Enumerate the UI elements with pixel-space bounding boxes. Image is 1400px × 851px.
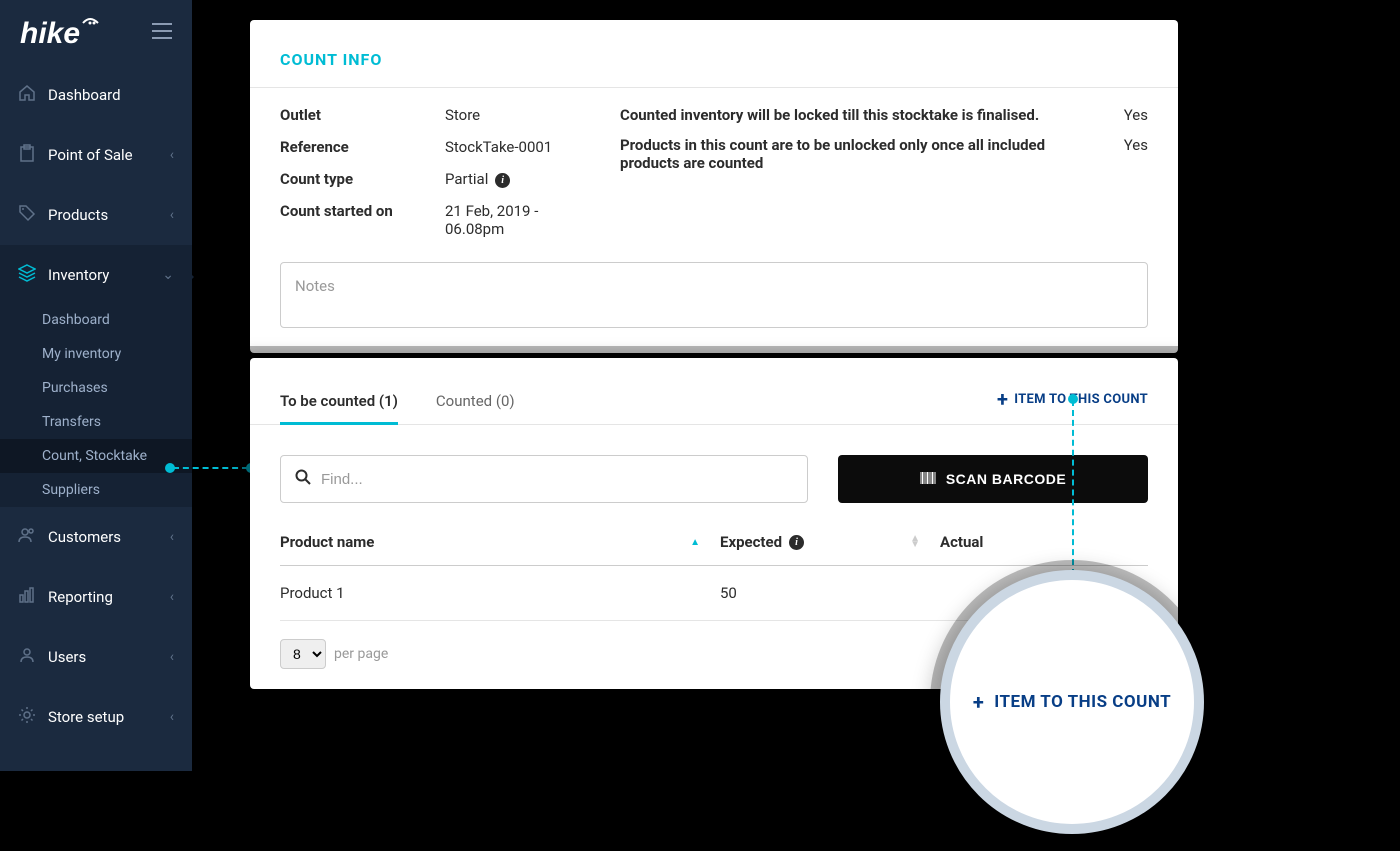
sidebar-item-products[interactable]: Products ‹ xyxy=(0,185,192,245)
subnav-item-suppliers[interactable]: Suppliers xyxy=(0,473,192,507)
tabs-row: To be counted (1) Counted (0) + ITEM TO … xyxy=(250,382,1178,425)
menu-toggle-icon[interactable] xyxy=(152,23,172,43)
countstarted-label: Count started on xyxy=(280,202,445,220)
subnav-item-transfers[interactable]: Transfers xyxy=(0,405,192,439)
counttype-label: Count type xyxy=(280,170,445,188)
per-page-label: per page xyxy=(334,646,388,662)
info-row-reference: Reference StockTake-0001 xyxy=(280,138,580,156)
notes-input[interactable]: Notes xyxy=(280,262,1148,328)
a2-text: Yes xyxy=(1118,136,1148,154)
subnav-item-purchases[interactable]: Purchases xyxy=(0,371,192,405)
zoom-label: ITEM TO THIS COUNT xyxy=(994,692,1171,712)
outlet-label: Outlet xyxy=(280,106,445,124)
search-row: SCAN BARCODE xyxy=(280,455,1148,503)
home-icon xyxy=(18,84,38,106)
sidebar-item-label: Dashboard xyxy=(48,86,121,104)
chevron-left-icon: ‹ xyxy=(170,207,174,223)
q1-text: Counted inventory will be locked till th… xyxy=(620,106,1068,124)
info-grid: Outlet Store Reference StockTake-0001 Co… xyxy=(280,106,1148,252)
sort-asc-icon: ▲ xyxy=(690,537,700,548)
subnav-item-myinventory[interactable]: My inventory xyxy=(0,337,192,371)
inventory-subnav: Dashboard My inventory Purchases Transfe… xyxy=(0,305,192,507)
cell-expected: 50 xyxy=(720,584,940,602)
sidebar-item-users[interactable]: Users ‹ xyxy=(0,627,192,687)
logo: hike xyxy=(20,17,100,49)
subnav-item-dashboard[interactable]: Dashboard xyxy=(0,305,192,337)
q2-text: Products in this count are to be unlocke… xyxy=(620,136,1068,172)
table-header: Product name ▲ Expected i ▲▼ Actual xyxy=(280,533,1148,566)
tag-icon xyxy=(18,204,38,226)
sidebar-item-label: Inventory xyxy=(48,266,109,284)
layers-icon xyxy=(18,264,38,286)
sidebar-item-dashboard[interactable]: Dashboard xyxy=(0,65,192,125)
sidebar-item-label: Point of Sale xyxy=(48,146,133,164)
sidebar-item-storesetup[interactable]: Store setup ‹ xyxy=(0,687,192,747)
sidebar-item-inventory[interactable]: Inventory ⌄ xyxy=(0,245,192,305)
plus-icon: + xyxy=(997,387,1008,411)
info-row-q2: Products in this count are to be unlocke… xyxy=(620,136,1148,172)
a1-text: Yes xyxy=(1118,106,1148,124)
divider xyxy=(250,87,1178,88)
info-row-countstarted: Count started on 21 Feb, 2019 - 06.08pm xyxy=(280,202,580,238)
sidebar: hike Dashboard Point of Sale ‹ Products … xyxy=(0,0,192,771)
sidebar-item-label: Products xyxy=(48,206,108,224)
info-row-q1: Counted inventory will be locked till th… xyxy=(620,106,1148,124)
countstarted-value: 21 Feb, 2019 - 06.08pm xyxy=(445,202,580,238)
main-area: COUNT INFO Outlet Store Reference StockT… xyxy=(192,0,1400,851)
tab-tobecounted[interactable]: To be counted (1) xyxy=(280,382,398,425)
reference-label: Reference xyxy=(280,138,445,156)
connector-line xyxy=(1072,400,1074,575)
col-expected[interactable]: Expected i ▲▼ xyxy=(720,533,940,551)
chevron-left-icon: ‹ xyxy=(170,589,174,605)
sidebar-item-label: Users xyxy=(48,648,86,666)
reference-value: StockTake-0001 xyxy=(445,138,580,156)
chevron-left-icon: ‹ xyxy=(170,147,174,163)
count-info-heading: COUNT INFO xyxy=(280,50,1148,69)
col-actual[interactable]: Actual xyxy=(940,533,1148,551)
sort-icon: ▲▼ xyxy=(910,536,920,548)
chevron-down-icon: ⌄ xyxy=(162,267,174,283)
info-row-counttype: Count type Partial i xyxy=(280,170,580,188)
search-icon xyxy=(295,469,311,489)
scan-barcode-button[interactable]: SCAN BARCODE xyxy=(838,455,1148,503)
outlet-value: Store xyxy=(445,106,580,124)
count-info-card: COUNT INFO Outlet Store Reference StockT… xyxy=(250,20,1178,353)
info-icon[interactable]: i xyxy=(789,535,804,550)
connector-line xyxy=(173,467,248,469)
sidebar-header: hike xyxy=(0,0,192,65)
sidebar-item-pos[interactable]: Point of Sale ‹ xyxy=(0,125,192,185)
users-icon xyxy=(18,526,38,548)
counttype-value: Partial i xyxy=(445,170,580,188)
chevron-left-icon: ‹ xyxy=(170,709,174,725)
sidebar-item-label: Store setup xyxy=(48,708,124,726)
info-col-left: Outlet Store Reference StockTake-0001 Co… xyxy=(280,106,580,252)
search-input[interactable] xyxy=(311,471,793,488)
info-col-right: Counted inventory will be locked till th… xyxy=(620,106,1148,252)
scan-barcode-label: SCAN BARCODE xyxy=(946,471,1066,487)
plus-icon: + xyxy=(973,690,984,714)
tab-counted[interactable]: Counted (0) xyxy=(436,382,515,425)
per-page-select[interactable]: 8 xyxy=(280,639,326,669)
add-item-label: ITEM TO THIS COUNT xyxy=(1014,392,1148,407)
zoom-content: + ITEM TO THIS COUNT xyxy=(973,690,1171,714)
chevron-left-icon: ‹ xyxy=(170,529,174,545)
search-box[interactable] xyxy=(280,455,808,503)
sidebar-item-customers[interactable]: Customers ‹ xyxy=(0,507,192,567)
barchart-icon xyxy=(18,586,38,608)
user-icon xyxy=(18,646,38,668)
zoom-callout: + ITEM TO THIS COUNT xyxy=(940,570,1204,834)
subnav-item-countstocktake[interactable]: Count, Stocktake xyxy=(0,439,192,473)
col-product-name[interactable]: Product name ▲ xyxy=(280,533,720,551)
gear-icon xyxy=(18,706,38,728)
clipboard-icon xyxy=(18,144,38,166)
sidebar-item-label: Reporting xyxy=(48,588,113,606)
sidebar-item-label: Customers xyxy=(48,528,121,546)
info-row-outlet: Outlet Store xyxy=(280,106,580,124)
barcode-icon xyxy=(920,471,936,487)
sidebar-item-reporting[interactable]: Reporting ‹ xyxy=(0,567,192,627)
cell-product-name: Product 1 xyxy=(280,584,720,602)
svg-text:hike: hike xyxy=(20,17,80,49)
chevron-left-icon: ‹ xyxy=(170,649,174,665)
info-icon[interactable]: i xyxy=(495,173,510,188)
